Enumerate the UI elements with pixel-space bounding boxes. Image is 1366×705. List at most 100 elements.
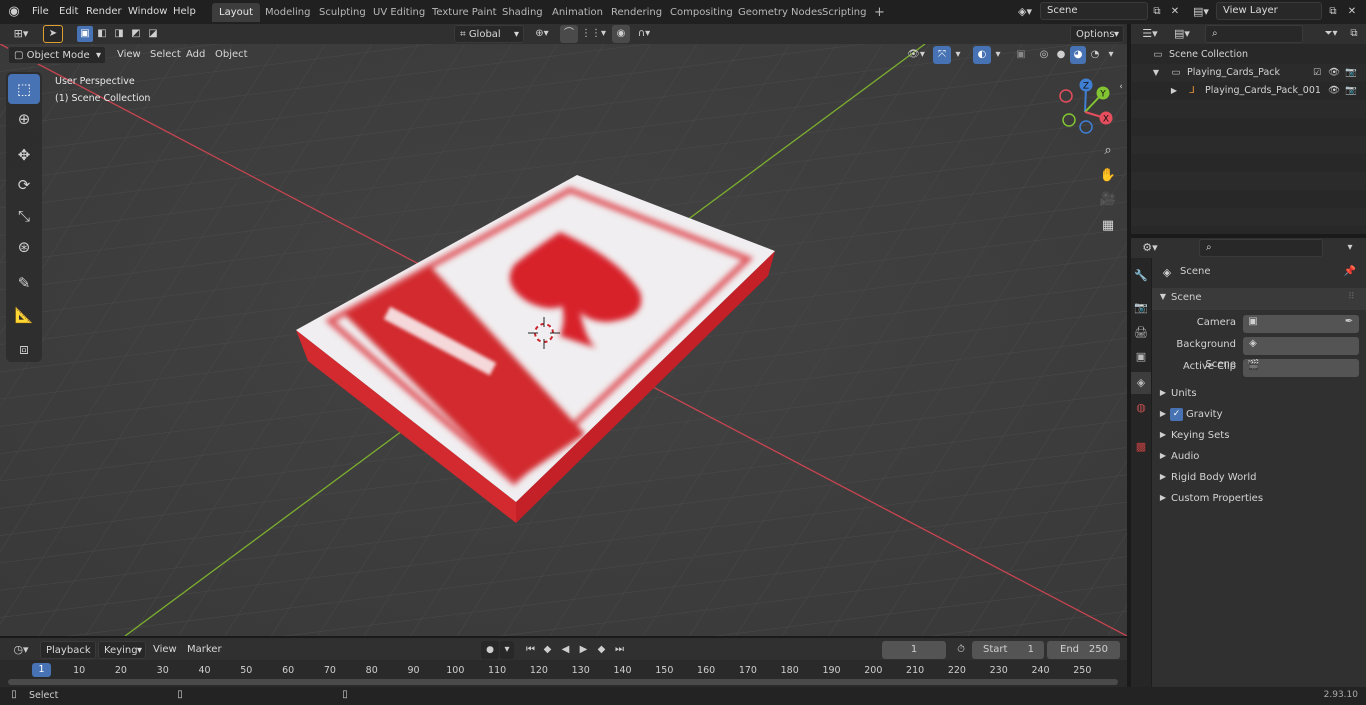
add-cube-icon[interactable]: ⧈	[8, 334, 40, 364]
timeline-scrollbar[interactable]	[8, 679, 1118, 685]
wireframe-shading-icon[interactable]: ◎	[1036, 46, 1052, 64]
menu-help[interactable]: Help	[169, 3, 200, 21]
end-frame-field[interactable]: End 250	[1047, 641, 1120, 659]
view-layer-icon[interactable]: ▤▾	[1190, 4, 1212, 20]
menu-file[interactable]: File	[28, 3, 53, 21]
3d-viewport[interactable]: ▢ Object Mode ▾ View Select Add Object 👁▾…	[0, 44, 1127, 636]
tab-layout[interactable]: Layout	[212, 3, 260, 22]
delete-scene-icon[interactable]: ✕	[1168, 4, 1182, 20]
start-frame-field[interactable]: Start 1	[972, 641, 1044, 659]
select-mode-invert-icon[interactable]: ◩	[128, 26, 144, 42]
menu-window[interactable]: Window	[124, 3, 171, 21]
properties-options-icon[interactable]: ▾	[1343, 240, 1357, 256]
annotate-icon[interactable]: ✎	[8, 268, 40, 298]
outliner-search-input[interactable]: ⌕	[1205, 25, 1303, 43]
grid-icon[interactable]: ▦	[1097, 215, 1119, 237]
timeline-marker-menu[interactable]: Marker	[182, 641, 227, 659]
eye-icon[interactable]: 👁	[1327, 64, 1341, 82]
drag-handle-icon[interactable]: ⠿	[1348, 292, 1355, 302]
outliner-row-scene-collection[interactable]: ▭ Scene Collection	[1131, 46, 1366, 64]
tab-shading[interactable]: Shading	[495, 3, 550, 22]
keying-dropdown-icon[interactable]: ▾	[500, 641, 514, 659]
auto-keying-icon[interactable]: ●	[481, 641, 499, 659]
tab-texture-paint[interactable]: Texture Paint	[425, 3, 504, 22]
material-shading-icon[interactable]: ◕	[1070, 46, 1086, 64]
playhead[interactable]: 1	[32, 663, 51, 677]
stopwatch-icon[interactable]: ⏱	[953, 641, 969, 659]
menu-edit[interactable]: Edit	[55, 3, 82, 21]
tab-scripting[interactable]: Scripting	[815, 3, 873, 22]
jump-end-icon[interactable]: ⏭	[611, 641, 628, 659]
outliner-editor-type-icon[interactable]: ☰▾	[1137, 26, 1163, 42]
outliner-row-collection[interactable]: ▼ ▭ Playing_Cards_Pack ☑ 👁 📷	[1131, 64, 1366, 82]
overlays-dropdown-icon[interactable]: ▾	[992, 47, 1004, 63]
select-box-icon[interactable]: ⬚	[8, 74, 40, 104]
select-mode-extend-icon[interactable]: ◧	[94, 26, 110, 42]
neg-y-axis-handle[interactable]	[1062, 113, 1076, 127]
texture-tab-icon[interactable]: ▩	[1131, 436, 1151, 458]
measure-icon[interactable]: 📐	[8, 300, 40, 330]
menu-view[interactable]: View	[112, 46, 146, 64]
camera-icon[interactable]: 🎥	[1097, 189, 1119, 211]
navigation-gizmo[interactable]: Z Y X	[1052, 72, 1122, 142]
menu-add[interactable]: Add	[181, 46, 210, 64]
play-reverse-icon[interactable]: ◀	[557, 641, 574, 659]
cursor-icon[interactable]: ⊕	[8, 104, 40, 134]
active-tool-icon[interactable]: ➤	[43, 25, 63, 43]
scene-panel-header[interactable]: ▼ Scene ⠿	[1152, 288, 1366, 310]
jump-start-icon[interactable]: ⏮	[522, 641, 539, 659]
playback-dropdown[interactable]: Playback▾	[40, 641, 96, 674]
options-dropdown[interactable]: Options ▾	[1070, 25, 1124, 43]
xray-toggle-icon[interactable]: ▣	[1013, 47, 1029, 63]
display-mode-icon[interactable]: ▤▾	[1169, 26, 1195, 42]
tab-rendering[interactable]: Rendering	[604, 3, 669, 22]
render-tab-icon[interactable]: 📷	[1131, 297, 1151, 319]
neg-x-axis-handle[interactable]	[1059, 89, 1073, 103]
solid-shading-icon[interactable]: ●	[1053, 46, 1069, 64]
scene-icon[interactable]: ◈▾	[1014, 4, 1036, 20]
camera-field[interactable]: ▣ ✒	[1243, 315, 1359, 333]
visibility-selectability-icon[interactable]: 👁▾	[903, 47, 929, 63]
tab-animation[interactable]: Animation	[545, 3, 610, 22]
transform-orientation-dropdown[interactable]: ⌗ Global ▾	[454, 25, 524, 43]
editor-type-icon[interactable]: ⊞▾	[8, 26, 34, 42]
select-mode-intersect-icon[interactable]: ◪	[145, 26, 161, 42]
overlays-toggle-icon[interactable]: ◐	[973, 46, 991, 64]
timeline-view-menu[interactable]: View	[148, 641, 182, 659]
zoom-icon[interactable]: ⌕	[1097, 140, 1119, 162]
active-clip-field[interactable]: 🎬	[1243, 359, 1359, 377]
eyedropper-icon[interactable]: ✒	[1343, 316, 1355, 327]
properties-search-input[interactable]: ⌕	[1199, 239, 1323, 257]
falloff-icon[interactable]: ∩▾	[632, 26, 656, 42]
menu-select[interactable]: Select	[145, 46, 186, 64]
output-tab-icon[interactable]: 🖨	[1131, 322, 1151, 344]
properties-editor-type-icon[interactable]: ⚙▾	[1137, 240, 1163, 256]
audio-panel[interactable]: ▶ Audio	[1152, 447, 1366, 467]
rotate-icon[interactable]: ⟳	[8, 170, 40, 200]
background-scene-field[interactable]: ◈	[1243, 337, 1359, 355]
scale-icon[interactable]: ⤡	[8, 201, 40, 231]
current-frame-field[interactable]: 1	[882, 641, 946, 659]
expand-right-icon[interactable]: ▶	[1169, 82, 1179, 100]
add-workspace-button[interactable]: +	[867, 3, 892, 22]
custom-properties-panel[interactable]: ▶ Custom Properties	[1152, 489, 1366, 509]
checkbox-icon[interactable]: ☑	[1311, 64, 1323, 82]
pin-icon[interactable]: 📌	[1343, 266, 1357, 277]
menu-render[interactable]: Render	[82, 3, 126, 21]
snap-icon[interactable]: ⌒	[560, 25, 578, 43]
filter-icon[interactable]: ⏷▾	[1319, 26, 1343, 42]
play-icon[interactable]: ▶	[575, 641, 592, 659]
blender-logo-icon[interactable]: ◉	[6, 4, 22, 20]
tool-tab-icon[interactable]: 🔧	[1131, 265, 1151, 287]
rigid-body-world-panel[interactable]: ▶ Rigid Body World	[1152, 468, 1366, 488]
eye-icon[interactable]: 👁	[1327, 82, 1341, 100]
move-icon[interactable]: ✥	[8, 140, 40, 170]
tab-compositing[interactable]: Compositing	[663, 3, 740, 22]
menu-object[interactable]: Object	[210, 46, 253, 64]
snap-target-icon[interactable]: ⋮⋮▾	[581, 26, 606, 42]
jump-keyframe-forward-icon[interactable]: ◆	[593, 641, 610, 659]
outliner-row-object[interactable]: ▶ ⅃ Playing_Cards_Pack_001 👁 📷	[1131, 82, 1366, 100]
expand-down-icon[interactable]: ▼	[1151, 64, 1161, 82]
pivot-point-icon[interactable]: ⊕▾	[530, 26, 554, 42]
camera-restrict-icon[interactable]: 📷	[1344, 82, 1358, 100]
